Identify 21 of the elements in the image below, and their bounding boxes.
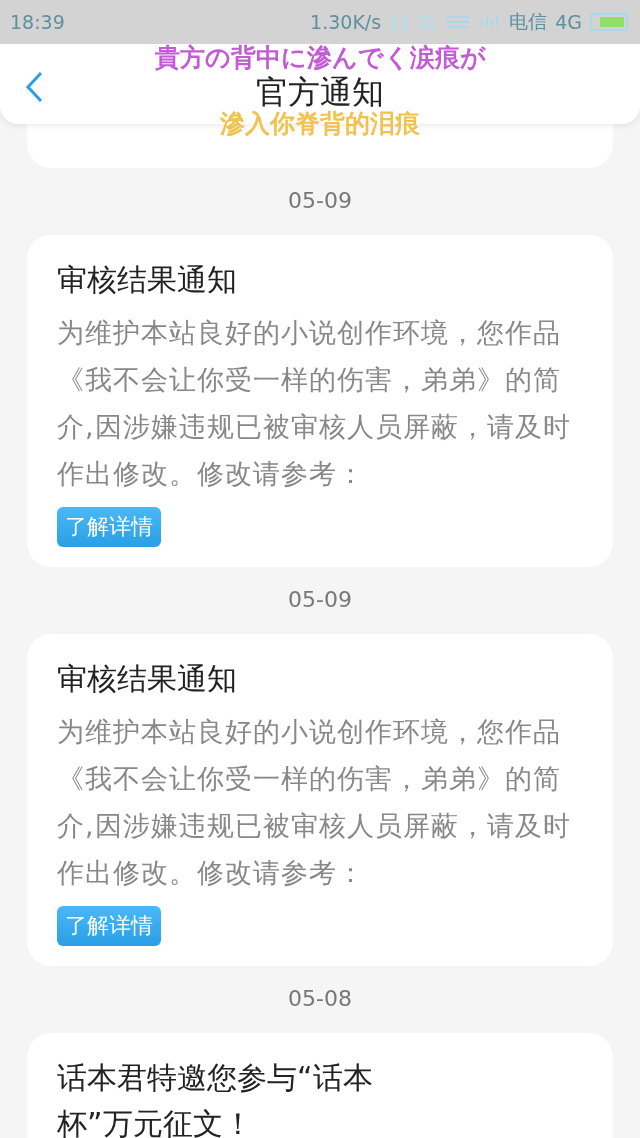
network-type: 4G (555, 11, 582, 33)
notice-text: 为维护本站良好的小说创作环境，您作品《我不会让你受一样的伤害，弟弟》的简介,因涉嫌违规已被审核人员屏蔽，请及时作出修改。修改请参考： (57, 316, 572, 491)
network-speed: 1.30K/s (310, 11, 382, 33)
notice-title: 审核结果通知 (57, 261, 238, 299)
notice-text: 为维护本站良好的小说创作环境，您作品《我不会让你受一样的伤害，弟弟》的简介,因涉嫌违规已被审核人员屏蔽，请及时作出修改。修改请参考： (57, 715, 572, 890)
notice-date: 05-09 (288, 188, 352, 213)
notice-date: 05-08 (288, 986, 352, 1011)
details-button[interactable]: 了解详情 (57, 906, 161, 946)
battery-icon (590, 13, 628, 31)
muted-bell-icon (417, 12, 438, 32)
lyric-line: 滲入你脊背的泪痕 (220, 110, 420, 138)
back-icon[interactable] (24, 70, 44, 104)
page-title: 官方通知 (256, 74, 384, 110)
notice-title: 审核结果通知 (57, 660, 238, 698)
details-button[interactable]: 了解详情 (57, 507, 161, 547)
notice-date: 05-09 (288, 587, 352, 612)
lyric-line: 貴方の背中に滲んでく涙痕が (154, 44, 486, 72)
notice-title: 话本君特邀您参与“话本杯”万元征文！ (57, 1059, 374, 1138)
status-time: 18:39 (10, 11, 65, 33)
headphones-icon (389, 12, 410, 32)
carrier-name: 电信 (509, 9, 548, 34)
